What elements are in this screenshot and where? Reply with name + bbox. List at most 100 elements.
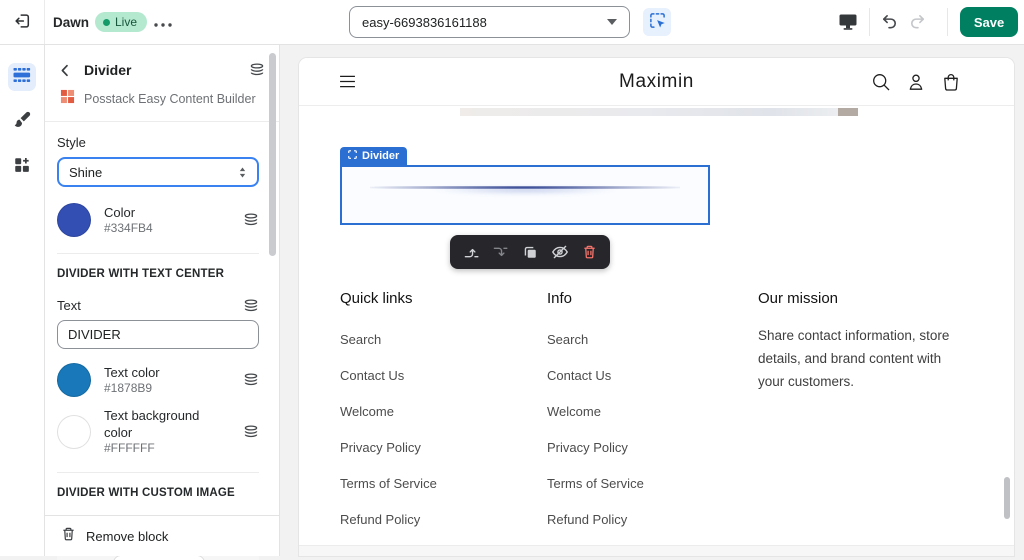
divider-block-selection[interactable] [340, 165, 710, 225]
exit-icon [13, 12, 31, 33]
shine-divider-glow [397, 188, 653, 197]
text-color-swatch[interactable] [57, 363, 91, 397]
app-blocks-icon [13, 156, 31, 179]
footer-column-mission: Our mission Share contact information, s… [758, 290, 963, 393]
footer-column-info: Info Search Contact Us Welcome Privacy P… [547, 290, 644, 538]
footer-link[interactable]: Privacy Policy [340, 430, 437, 466]
topbar-divider [869, 8, 870, 36]
footer-link[interactable]: Contact Us [340, 358, 437, 394]
topbar-divider [947, 8, 948, 36]
text-bg-color-swatch[interactable] [57, 415, 91, 449]
footer-link[interactable]: Refund Policy [547, 502, 644, 538]
color-label: Color [104, 204, 230, 221]
text-color-setting-row: Text color #1878B9 [57, 363, 259, 397]
theme-preview-canvas: Maximin Divider Quick links Search Conta… [299, 58, 1014, 556]
move-block-up-button[interactable] [462, 243, 480, 261]
footer-column-quick-links: Quick links Search Contact Us Welcome Pr… [340, 290, 437, 538]
hide-block-button[interactable] [551, 243, 569, 261]
undo-icon [880, 12, 899, 34]
account-icon[interactable] [906, 72, 926, 92]
footer-heading: Our mission [758, 290, 963, 307]
block-settings-panel: Divider Posstack Easy Content Builder St… [45, 45, 280, 556]
exit-editor-button[interactable] [0, 0, 45, 44]
text-color-hex: #1878B9 [104, 381, 230, 396]
dynamic-source-icon[interactable] [249, 63, 265, 77]
trash-icon [61, 526, 76, 547]
footer-bottom-strip [299, 545, 1014, 556]
panel-header: Divider Posstack Easy Content Builder [45, 45, 279, 122]
footer-heading: Info [547, 290, 644, 307]
text-bg-color-hex: #FFFFFF [104, 441, 230, 456]
redo-icon [908, 12, 927, 34]
remove-block-bar[interactable]: Remove block [45, 515, 279, 556]
scrolled-section-edge-square [838, 108, 858, 116]
scrolled-section-edge [460, 108, 860, 116]
footer-link[interactable]: Refund Policy [340, 502, 437, 538]
inspect-cursor-icon [649, 12, 666, 32]
dynamic-source-icon[interactable] [243, 213, 259, 227]
selected-block-label[interactable]: Divider [340, 147, 407, 165]
app-logo-icon [60, 89, 75, 109]
paintbrush-icon [13, 110, 32, 134]
style-select-value: Shine [69, 165, 102, 180]
block-label-text: Divider [362, 150, 399, 162]
sections-icon [12, 65, 32, 90]
page-selector-value: easy-6693836161188 [362, 15, 487, 30]
panel-divider [57, 253, 259, 254]
page-selector-dropdown[interactable]: easy-6693836161188 [349, 6, 630, 38]
search-icon[interactable] [871, 72, 891, 92]
style-select[interactable]: Shine [57, 157, 259, 187]
footer-heading: Quick links [340, 290, 437, 307]
undo-button[interactable] [880, 12, 899, 34]
live-badge-label: Live [115, 15, 137, 29]
color-swatch[interactable] [57, 203, 91, 237]
select-caret-icon [238, 166, 247, 179]
dynamic-source-icon[interactable] [243, 425, 259, 439]
editor-rail [0, 45, 45, 556]
footer-link[interactable]: Welcome [547, 394, 644, 430]
style-label: Style [57, 135, 259, 150]
dynamic-source-icon[interactable] [243, 373, 259, 387]
app-name: Posstack Easy Content Builder [84, 92, 256, 106]
editor-topbar: Dawn Live easy-6693836161188 Save [0, 0, 1024, 45]
footer-link[interactable]: Welcome [340, 394, 437, 430]
footer-link[interactable]: Privacy Policy [547, 430, 644, 466]
panel-title: Divider [84, 62, 240, 78]
text-label: Text [57, 298, 81, 313]
save-button[interactable]: Save [960, 7, 1018, 37]
back-button[interactable] [59, 64, 75, 77]
cart-icon[interactable] [941, 72, 961, 92]
block-action-toolbar [450, 235, 610, 269]
theme-name: Dawn [53, 15, 89, 30]
rail-item-sections[interactable] [8, 63, 36, 91]
text-bg-color-label: Text background color [104, 407, 230, 441]
delete-block-button[interactable] [580, 243, 598, 261]
mission-text: Share contact information, store details… [758, 324, 963, 393]
color-hex: #334FB4 [104, 221, 230, 236]
rail-item-app-embeds[interactable] [8, 153, 36, 181]
footer-link[interactable]: Terms of Service [547, 466, 644, 502]
footer-link[interactable]: Terms of Service [340, 466, 437, 502]
more-actions-button[interactable] [149, 13, 177, 31]
rail-item-theme-settings[interactable] [8, 108, 36, 136]
device-preview-button[interactable] [838, 13, 858, 34]
remove-block-label: Remove block [86, 529, 168, 544]
footer-link[interactable]: Search [340, 322, 437, 358]
color-setting-row: Color #334FB4 [57, 203, 259, 237]
text-bg-color-setting-row: Text background color #FFFFFF [57, 407, 259, 456]
duplicate-block-button[interactable] [521, 243, 539, 261]
store-header: Maximin [299, 58, 1014, 106]
footer-link[interactable]: Search [547, 322, 644, 358]
preview-scrollbar-thumb[interactable] [1004, 477, 1010, 519]
section-heading-custom-image: DIVIDER WITH CUSTOM IMAGE [57, 487, 259, 499]
dynamic-source-icon[interactable] [243, 299, 259, 313]
inspector-toggle-button[interactable] [643, 8, 671, 36]
redo-button[interactable] [908, 12, 927, 34]
text-color-label: Text color [104, 364, 230, 381]
ellipsis-icon [154, 15, 172, 30]
monitor-icon [838, 13, 858, 34]
text-field[interactable] [57, 320, 259, 349]
footer-link[interactable]: Contact Us [547, 358, 644, 394]
move-block-down-button[interactable] [492, 243, 510, 261]
panel-scrollbar-thumb[interactable] [269, 53, 276, 256]
